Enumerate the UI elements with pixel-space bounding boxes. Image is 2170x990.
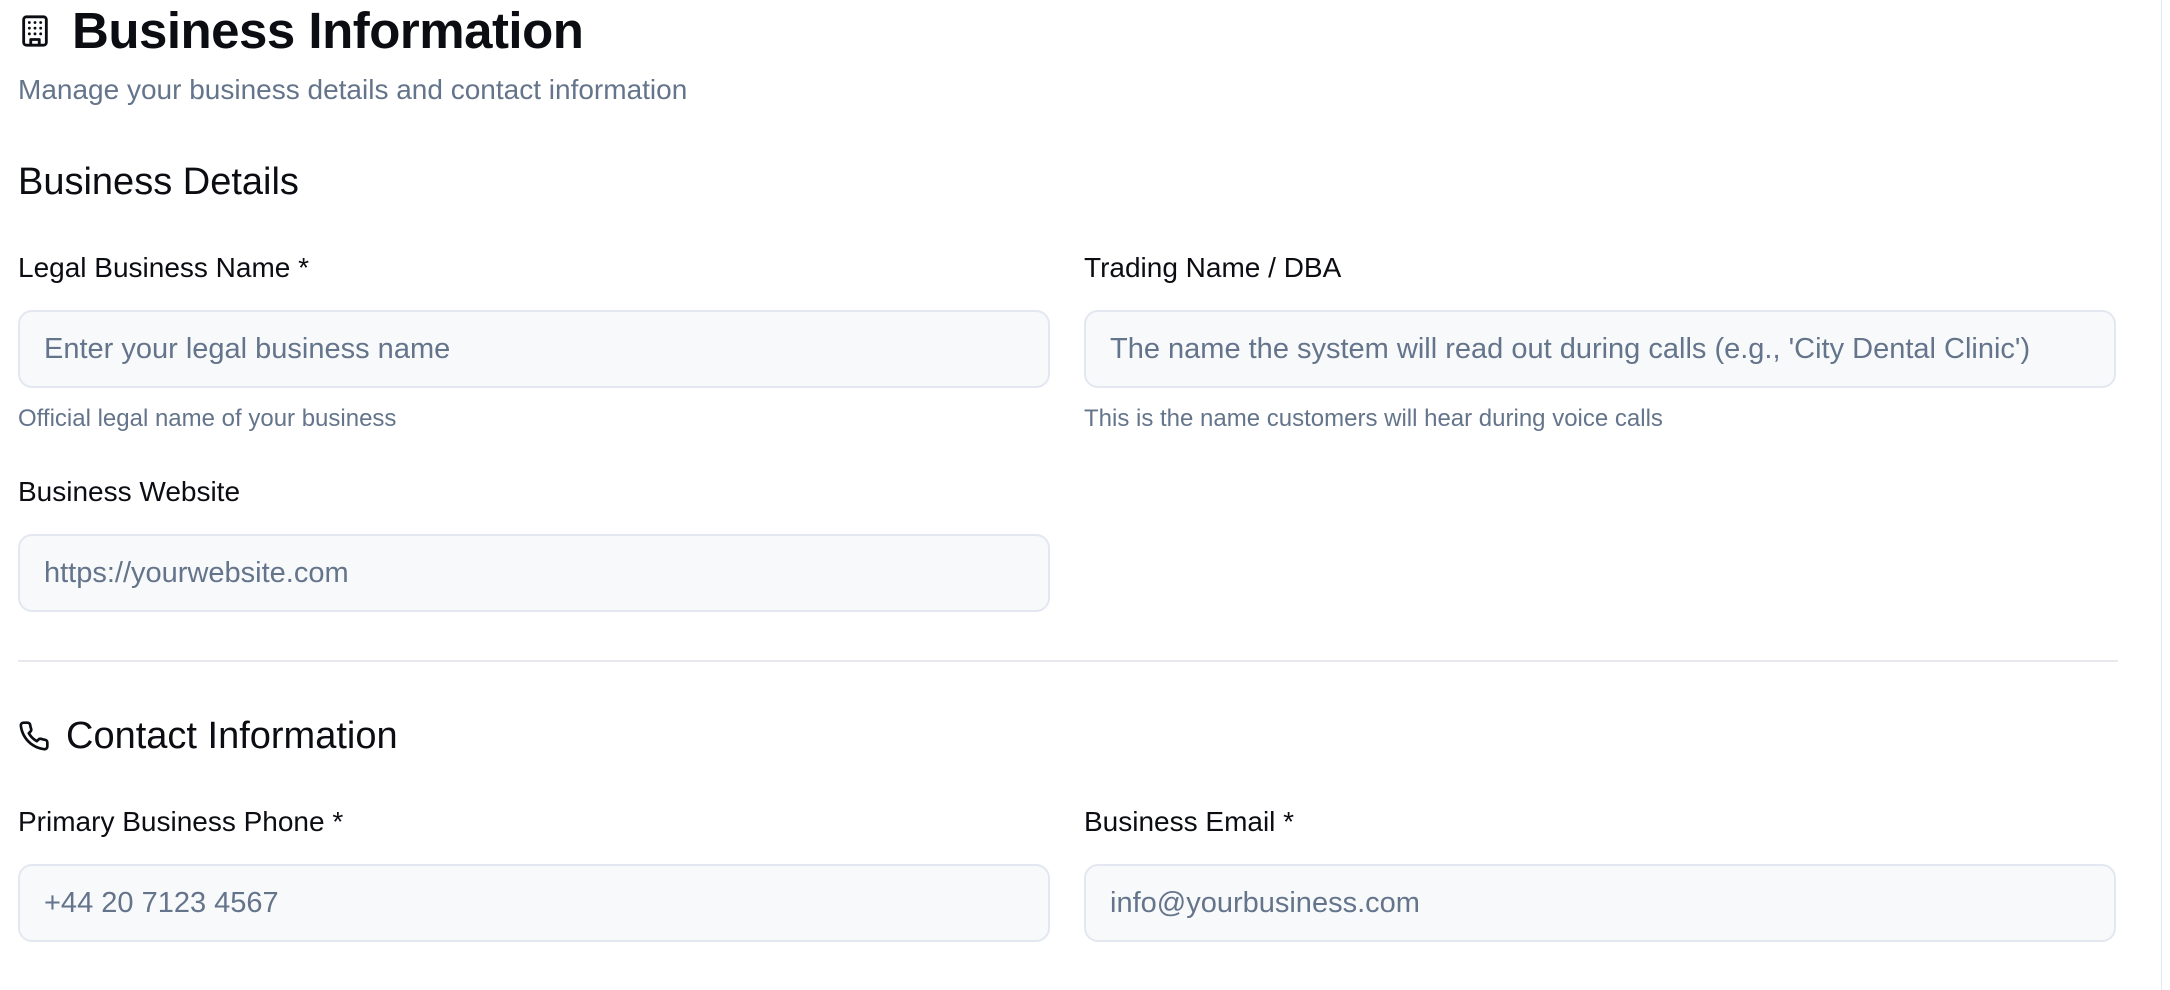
business-website-field: Business Website [18, 474, 1050, 612]
page-title: Business Information [72, 2, 584, 59]
page-subtitle: Manage your business details and contact… [18, 74, 688, 105]
business-details-title: Business Details [18, 161, 299, 203]
trading-name-input[interactable] [1084, 310, 2116, 388]
trading-name-hint: This is the name customers will hear dur… [1084, 405, 1663, 432]
section-divider [18, 660, 2118, 662]
contact-information-title: Contact Information [66, 715, 398, 757]
business-website-input[interactable] [18, 534, 1050, 612]
primary-business-phone-label: Primary Business Phone * [18, 806, 344, 837]
primary-business-phone-input[interactable] [18, 864, 1050, 942]
building-icon [18, 14, 52, 48]
legal-business-name-hint: Official legal name of your business [18, 405, 397, 432]
legal-business-name-field: Legal Business Name * Official legal nam… [18, 250, 1050, 434]
business-email-label: Business Email * [1084, 806, 1295, 837]
business-website-label: Business Website [18, 476, 241, 507]
trading-name-field: Trading Name / DBA This is the name cust… [1084, 250, 2116, 434]
business-email-field: Business Email * [1084, 804, 2116, 942]
contact-information-header: Contact Information [18, 712, 398, 760]
business-email-input[interactable] [1084, 864, 2116, 942]
business-information-page: Business Information Manage your busines… [0, 0, 2162, 990]
phone-icon [18, 720, 50, 752]
primary-business-phone-field: Primary Business Phone * [18, 804, 1050, 942]
content-container: Business Information Manage your busines… [18, 0, 2118, 942]
page-header: Business Information [18, 0, 2118, 62]
trading-name-label: Trading Name / DBA [1084, 252, 1342, 283]
legal-business-name-input[interactable] [18, 310, 1050, 388]
legal-business-name-label: Legal Business Name * [18, 252, 310, 283]
